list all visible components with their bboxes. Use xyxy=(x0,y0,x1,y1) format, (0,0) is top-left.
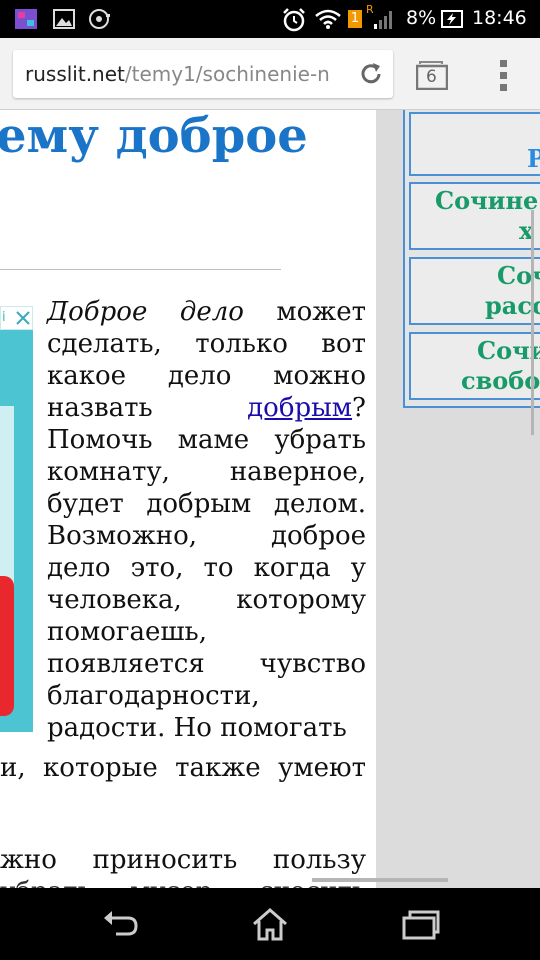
menu-item-label: Соч xyxy=(497,261,540,290)
vertical-scrollbar[interactable] xyxy=(531,210,534,435)
sidebar-menu-item[interactable]: Соч расс xyxy=(409,257,540,325)
reload-icon[interactable] xyxy=(357,60,385,88)
menu-item-label: свобо xyxy=(461,366,540,395)
sidebar: Р Сочине х Соч расс Сочи свобо xyxy=(376,110,540,888)
horizontal-scrollbar[interactable] xyxy=(312,878,448,882)
paragraph-lead: Доброе дело xyxy=(47,297,244,327)
url-path: /temy1/sochinenie-n xyxy=(124,62,330,86)
status-bar: 1 R 8% 18:46 xyxy=(0,0,540,38)
menu-item-label: расс xyxy=(485,291,540,320)
menu-item-label: х xyxy=(519,216,534,245)
overflow-menu-icon[interactable] xyxy=(496,58,512,92)
url-text[interactable]: russlit.net/temy1/sochinenie-n xyxy=(25,62,355,86)
app-notification-icon xyxy=(15,9,37,29)
sidebar-menu-item[interactable]: Сочи свобо xyxy=(409,332,540,400)
menu-item-label: Сочи xyxy=(477,336,540,365)
menu-item-label: Р xyxy=(527,144,540,173)
recent-apps-icon[interactable] xyxy=(400,906,440,942)
browser-toolbar: russlit.net/temy1/sochinenie-n 6 xyxy=(0,38,540,110)
web-page[interactable]: ему доброе i Доброе дело может сделать, … xyxy=(0,110,540,888)
tabs-button[interactable]: 6 xyxy=(416,60,448,90)
dobrym-link[interactable]: добрым xyxy=(247,393,352,423)
battery-percent: 8% xyxy=(406,7,437,29)
image-icon xyxy=(53,9,75,29)
ad-info-icon[interactable]: i xyxy=(2,310,10,326)
address-bar[interactable]: russlit.net/temy1/sochinenie-n xyxy=(13,50,393,98)
ad-controls: i xyxy=(0,306,33,330)
sidebar-menu: Р Сочине х Соч расс Сочи свобо xyxy=(403,110,540,408)
divider xyxy=(0,269,281,270)
url-host: russlit.net xyxy=(25,62,125,86)
ad-close-icon[interactable] xyxy=(13,308,33,328)
tab-count: 6 xyxy=(426,67,437,87)
clock: 18:46 xyxy=(472,7,527,29)
article-title: ему доброе xyxy=(0,110,308,164)
sim-badge: 1 xyxy=(348,10,362,28)
media-icon xyxy=(89,9,110,29)
signal-icon xyxy=(374,11,392,29)
paragraph-line: и, которые также умеют xyxy=(0,753,366,783)
menu-item-label: Сочине xyxy=(435,186,539,215)
article-paragraph: Доброе дело может сделать, только вот ка… xyxy=(47,296,366,744)
paragraph-line: жно приносить пользу xyxy=(0,845,366,875)
sidebar-menu-item[interactable]: Р xyxy=(409,112,540,176)
back-icon[interactable] xyxy=(100,906,140,942)
sidebar-menu-item[interactable]: Сочине х xyxy=(409,182,540,250)
alarm-icon xyxy=(283,8,305,32)
navigation-bar xyxy=(0,888,540,960)
battery-charging-icon xyxy=(441,10,463,28)
ad-banner[interactable]: i xyxy=(0,306,33,732)
ad-graphic xyxy=(0,576,14,716)
paragraph-text-2: ? Помочь маме убрать комнату, наверное, … xyxy=(47,393,366,743)
main-content: ему доброе i Доброе дело может сделать, … xyxy=(0,110,376,888)
wifi-icon xyxy=(315,9,341,29)
home-icon[interactable] xyxy=(250,906,290,942)
